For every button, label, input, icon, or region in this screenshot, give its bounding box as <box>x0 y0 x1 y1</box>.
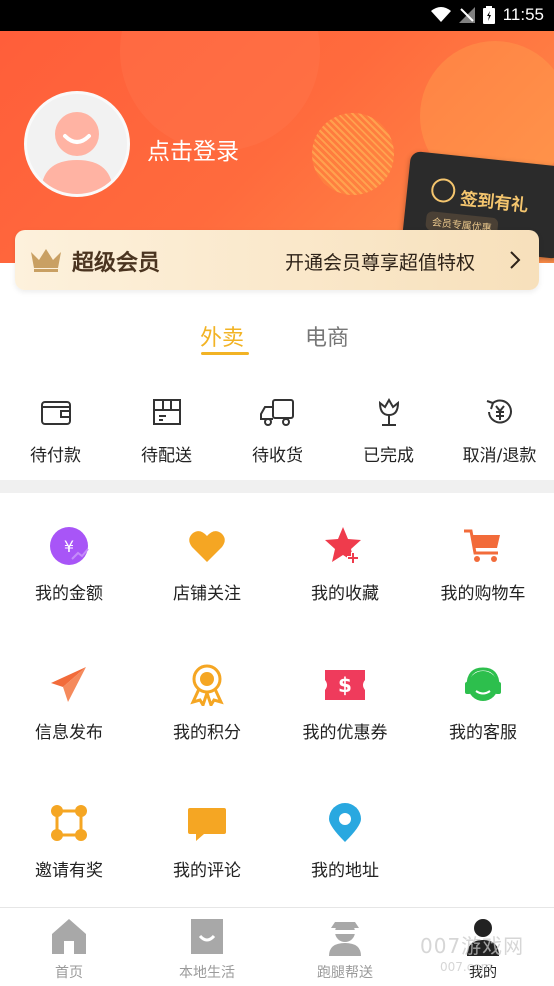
refund-icon <box>486 399 512 424</box>
checkin-label: 签到有礼 <box>459 189 530 217</box>
nav-local-life[interactable]: 本地生活 <box>138 916 276 982</box>
order-pending-payment[interactable]: 待付款 <box>0 395 111 470</box>
svg-text:$: $ <box>338 673 352 697</box>
truck-icon <box>259 399 294 426</box>
medal-icon <box>190 664 224 706</box>
bag-icon <box>191 919 223 954</box>
grid-post-info[interactable]: 信息发布 <box>0 664 138 754</box>
order-label: 待收货 <box>252 446 303 466</box>
grid-label: 我的收藏 <box>311 584 379 604</box>
avatar[interactable] <box>24 91 130 197</box>
grid-label: 我的地址 <box>311 861 379 881</box>
profile-header: 点击登录 签到有礼 会员专属优惠 <box>0 31 554 263</box>
nav-label: 首页 <box>55 965 83 981</box>
battery-icon <box>482 6 495 24</box>
grid-shop-follow[interactable]: 店铺关注 <box>138 525 276 615</box>
svg-text:¥: ¥ <box>64 537 74 556</box>
grid-label: 我的金额 <box>35 584 103 604</box>
grid-my-cart[interactable]: 我的购物车 <box>414 525 552 615</box>
star-add-icon <box>325 527 361 564</box>
grid-label: 我的积分 <box>173 723 241 743</box>
order-label: 已完成 <box>363 446 414 466</box>
paper-plane-icon <box>51 667 86 702</box>
login-link[interactable]: 点击登录 <box>147 132 239 166</box>
status-icons: 11:55 <box>430 5 544 25</box>
crown-icon <box>31 249 61 272</box>
grid-my-address[interactable]: 我的地址 <box>276 802 414 892</box>
default-avatar-icon <box>41 112 113 194</box>
headset-icon <box>465 667 501 701</box>
order-pending-receipt[interactable]: 待收货 <box>222 395 333 470</box>
order-completed[interactable]: 已完成 <box>333 395 444 470</box>
cart-icon <box>464 529 500 562</box>
network-icon <box>51 805 87 841</box>
grid-my-balance[interactable]: ¥ 我的金额 <box>0 525 138 615</box>
nav-home[interactable]: 首页 <box>0 916 138 982</box>
grid-invite-reward[interactable]: 邀请有奖 <box>0 802 138 892</box>
tab-indicator <box>201 352 249 355</box>
flower-icon <box>378 397 399 426</box>
order-label: 待配送 <box>141 446 192 466</box>
vip-description: 开通会员尊享超值特权 <box>285 252 476 274</box>
grid-label: 信息发布 <box>35 723 103 743</box>
coupon-icon: $ <box>325 670 365 700</box>
status-bar: 11:55 <box>0 0 554 31</box>
nav-label: 本地生活 <box>179 965 235 981</box>
tab-takeout[interactable]: 外卖 <box>200 320 244 352</box>
grid-my-favorites[interactable]: 我的收藏 <box>276 525 414 615</box>
grid-label: 我的客服 <box>449 723 517 743</box>
clock: 11:55 <box>502 5 544 24</box>
grid-label: 我的优惠券 <box>302 723 388 743</box>
gift-icon <box>430 177 457 204</box>
grid-my-coupons[interactable]: $ 我的优惠券 <box>276 664 414 754</box>
money-icon: ¥ <box>50 527 89 565</box>
grid-my-points[interactable]: 我的积分 <box>138 664 276 754</box>
wallet-icon <box>40 401 71 425</box>
grid-label: 店铺关注 <box>173 584 241 604</box>
grid-label: 我的评论 <box>173 861 241 881</box>
grid-label: 邀请有奖 <box>35 861 103 881</box>
vip-title: 超级会员 <box>72 251 161 276</box>
nav-errand[interactable]: 跑腿帮送 <box>276 916 414 982</box>
wifi-icon <box>430 7 451 22</box>
order-label: 待付款 <box>30 446 81 466</box>
comment-icon <box>188 808 226 841</box>
package-icon <box>152 399 181 425</box>
courier-icon <box>329 922 361 956</box>
home-icon <box>52 919 86 954</box>
nav-label: 跑腿帮送 <box>317 965 373 981</box>
watermark: 007游戏网 <box>420 934 525 958</box>
grid-my-comments[interactable]: 我的评论 <box>138 802 276 892</box>
tab-ecommerce[interactable]: 电商 <box>305 320 349 352</box>
order-label: 取消/退款 <box>462 446 537 466</box>
watermark-sub: 007.com <box>440 960 493 974</box>
order-pending-delivery[interactable]: 待配送 <box>111 395 222 470</box>
section-divider <box>0 480 554 493</box>
grid-customer-service[interactable]: 我的客服 <box>414 664 552 754</box>
decor-circle <box>312 113 394 195</box>
heart-icon <box>189 531 225 562</box>
order-refund[interactable]: 取消/退款 <box>444 395 554 470</box>
grid-label: 我的购物车 <box>440 584 526 604</box>
signal-icon <box>458 7 475 23</box>
location-icon <box>329 803 361 842</box>
chevron-right-icon <box>510 251 521 269</box>
vip-banner[interactable]: 超级会员 开通会员尊享超值特权 <box>15 230 539 290</box>
